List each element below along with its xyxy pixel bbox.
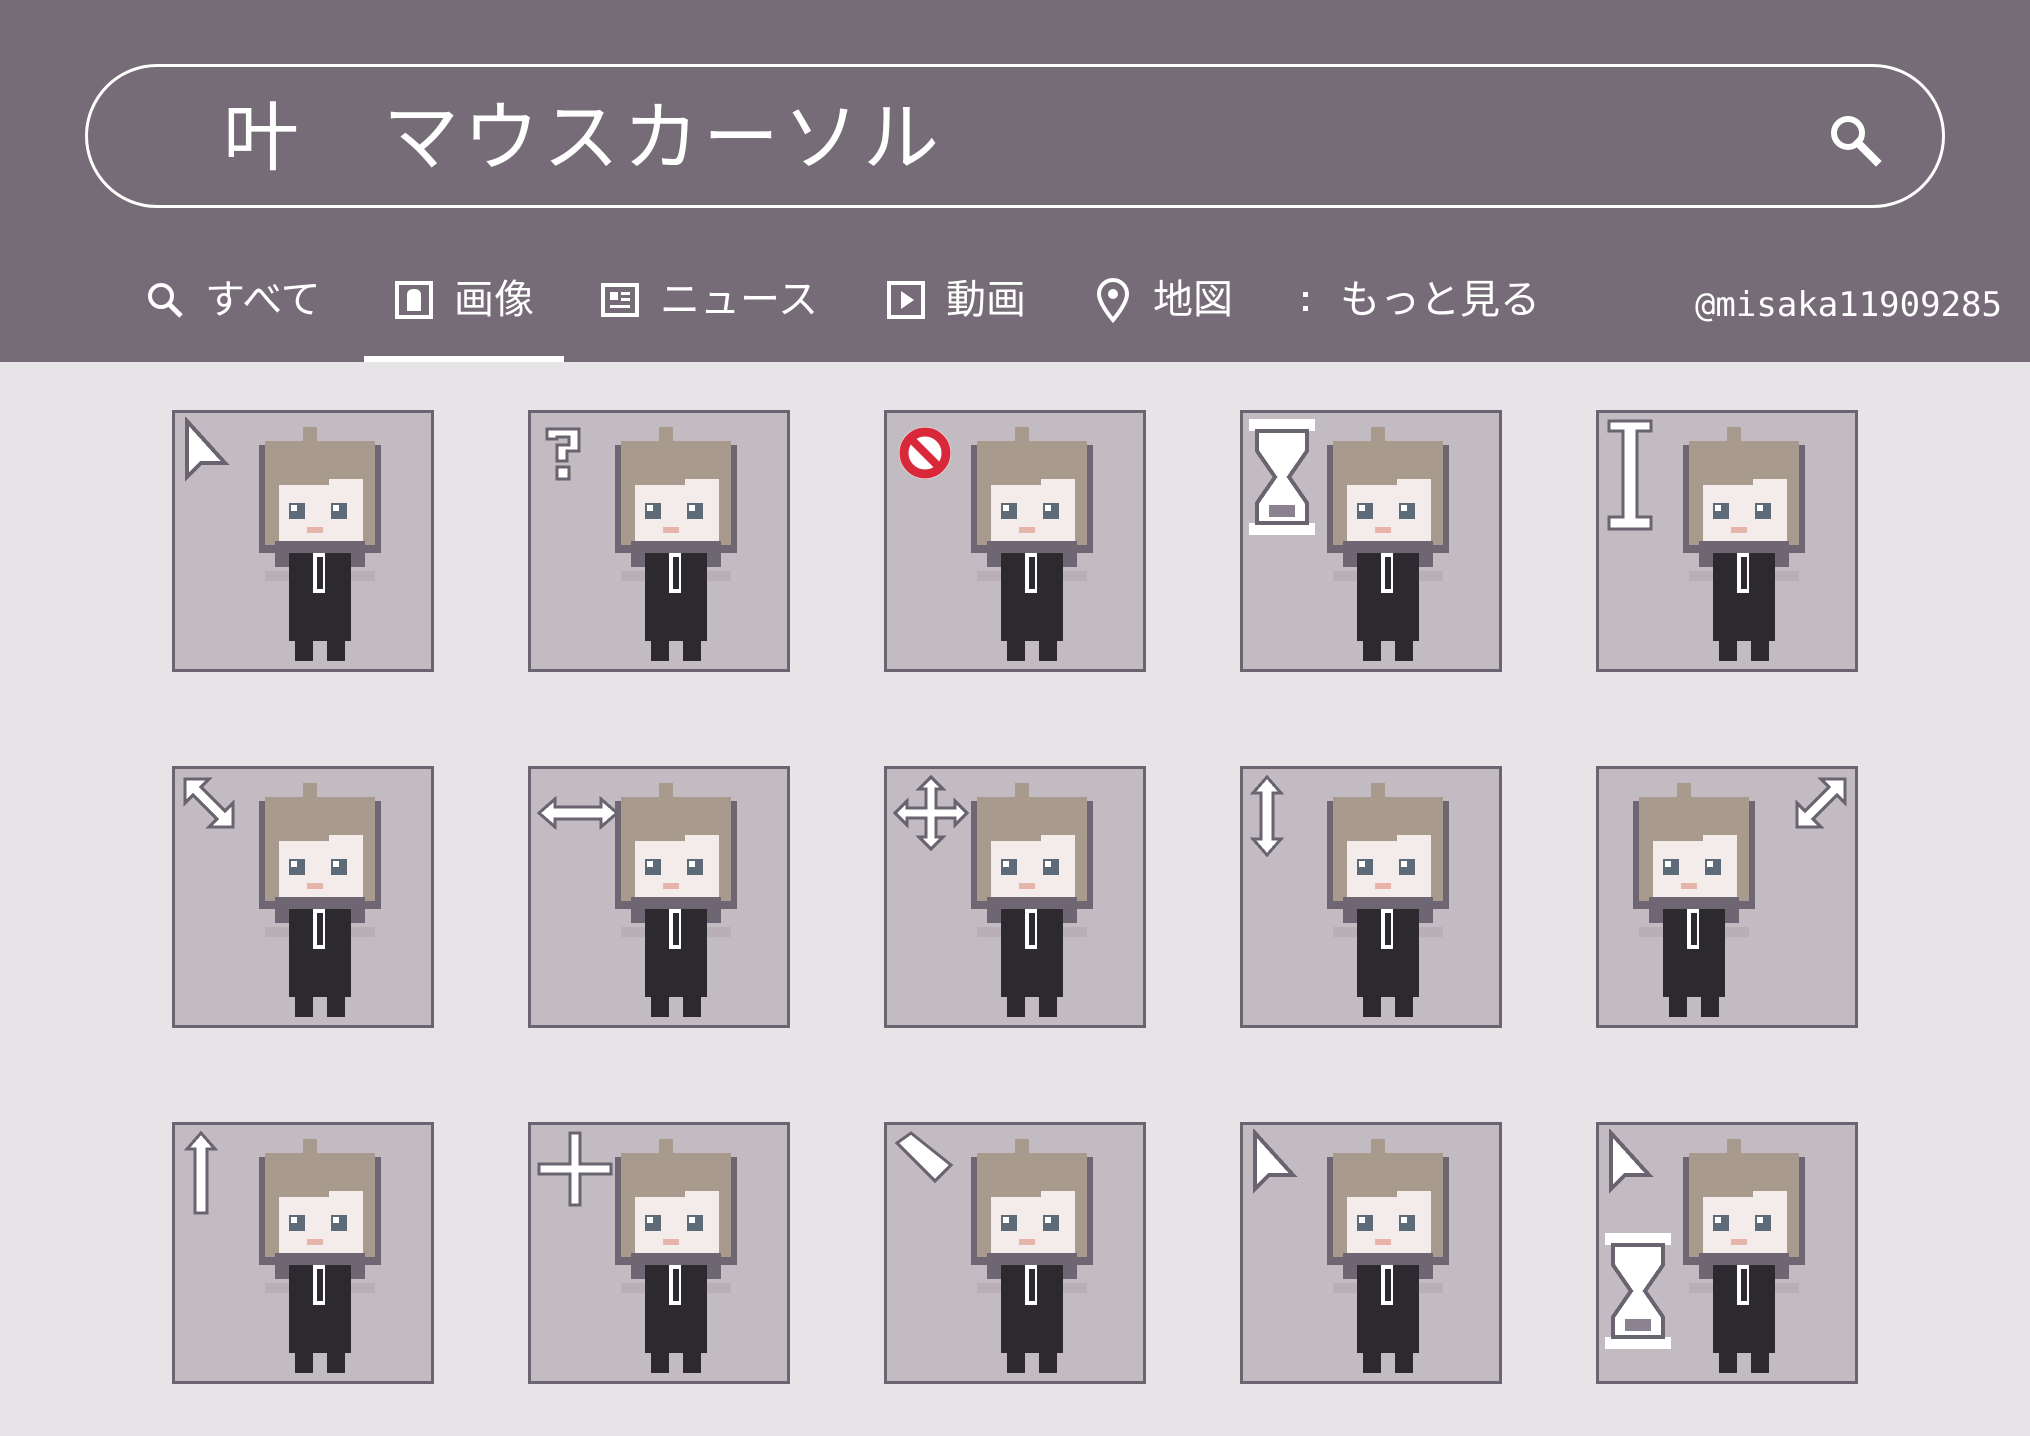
busy-hourglass-icon <box>1603 1231 1673 1351</box>
resize-diagonal-nesw-icon <box>1781 773 1851 843</box>
tab-all[interactable]: すべて <box>145 270 321 362</box>
character-sprite <box>1669 421 1819 671</box>
video-icon <box>886 270 932 330</box>
move-icon <box>891 773 971 853</box>
search-icon <box>145 270 191 330</box>
cursor-tile-alternate-select[interactable] <box>172 1122 434 1384</box>
map-pin-icon <box>1093 270 1139 330</box>
search-icon[interactable] <box>1826 111 1882 167</box>
character-sprite <box>601 421 751 671</box>
resize-diagonal-nwse-icon <box>179 773 249 843</box>
character-sprite <box>245 777 395 1027</box>
tab-images-label: 画像 <box>454 277 534 323</box>
tab-news-label: ニュース <box>660 277 818 323</box>
alternate-up-arrow-icon <box>179 1129 249 1219</box>
character-sprite <box>245 1133 395 1383</box>
cursor-tile-diagonal-resize-2[interactable] <box>1596 766 1858 1028</box>
search-box[interactable]: 叶 マウスカーソル <box>85 64 1945 208</box>
tab-images[interactable]: 画像 <box>364 270 564 362</box>
cursor-tile-handwriting[interactable] <box>884 1122 1146 1384</box>
cursor-tile-working-in-background[interactable] <box>1596 1122 1858 1384</box>
arrow-pointer-icon <box>179 415 249 487</box>
author-credit: @misaka11909285 <box>1694 285 2002 325</box>
tab-more-label: もっと見る <box>1340 277 1540 323</box>
character-sprite <box>957 421 1107 671</box>
character-sprite <box>1619 777 1769 1027</box>
precision-crosshair-icon <box>535 1129 615 1209</box>
working-in-background-icon <box>1603 1127 1673 1199</box>
tab-more[interactable]: もっと見る <box>1300 270 1540 362</box>
busy-hourglass-icon <box>1247 417 1317 537</box>
cursor-tile-unavailable[interactable] <box>884 410 1146 672</box>
cursor-tile-text[interactable] <box>1596 410 1858 672</box>
unavailable-icon <box>891 417 961 487</box>
cursor-tile-link-select[interactable] <box>1240 1122 1502 1384</box>
character-sprite <box>601 1133 751 1383</box>
resize-vertical-icon <box>1247 773 1317 863</box>
cursor-tile-diagonal-resize-1[interactable] <box>172 766 434 1028</box>
text-ibeam-icon <box>1603 417 1673 537</box>
tab-news[interactable]: ニュース <box>600 270 818 362</box>
tab-all-label: すべて <box>205 277 321 323</box>
character-sprite <box>1313 421 1463 671</box>
help-question-icon <box>535 417 605 487</box>
cursor-tile-help[interactable] <box>528 410 790 672</box>
character-sprite <box>245 421 395 671</box>
image-icon <box>394 270 440 330</box>
character-sprite <box>957 1133 1107 1383</box>
image-results-grid <box>0 362 2030 1436</box>
character-sprite <box>1313 777 1463 1027</box>
news-icon <box>600 270 646 330</box>
cursor-tile-vertical-resize[interactable] <box>1240 766 1502 1028</box>
tab-videos-label: 動画 <box>946 277 1026 323</box>
cursor-tile-move[interactable] <box>884 766 1146 1028</box>
cursor-tile-busy[interactable] <box>1240 410 1502 672</box>
resize-horizontal-icon <box>535 773 625 843</box>
more-vert-icon <box>1300 270 1326 330</box>
character-sprite <box>957 777 1107 1027</box>
cursor-tile-horizontal-resize[interactable] <box>528 766 790 1028</box>
character-sprite <box>1669 1133 1819 1383</box>
cursor-tile-normal[interactable] <box>172 410 434 672</box>
search-input[interactable]: 叶 マウスカーソル <box>223 93 943 183</box>
tab-maps[interactable]: 地図 <box>1093 270 1233 362</box>
handwriting-pen-icon <box>891 1129 961 1199</box>
tab-maps-label: 地図 <box>1153 277 1233 323</box>
cursor-tile-precision-select[interactable] <box>528 1122 790 1384</box>
tab-videos[interactable]: 動画 <box>886 270 1026 362</box>
character-sprite <box>1313 1133 1463 1383</box>
link-select-icon <box>1247 1127 1317 1199</box>
header-bar: 叶 マウスカーソル すべて 画像 ニュース 動画 地図 もっと見る @misak… <box>0 0 2030 362</box>
